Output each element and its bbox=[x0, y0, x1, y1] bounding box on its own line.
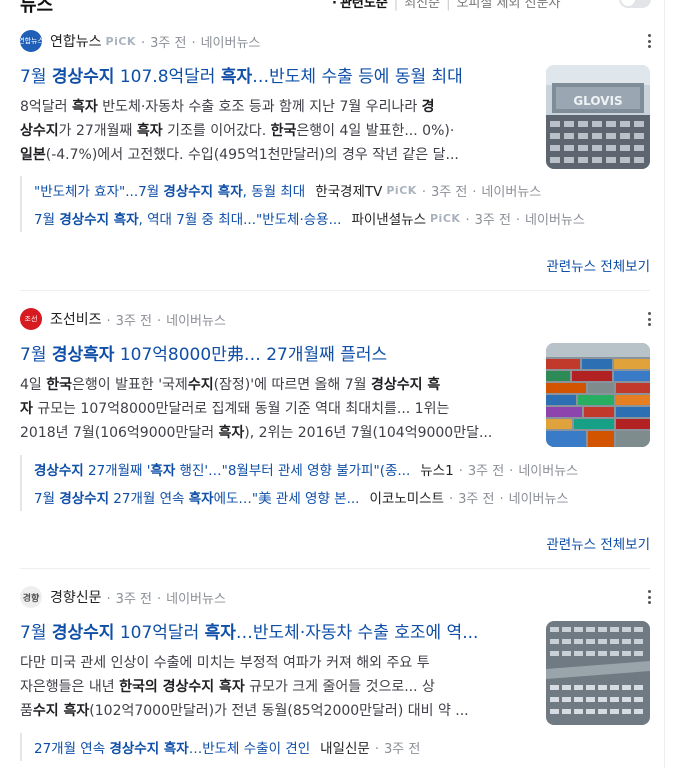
article-description[interactable]: 8억달러 흑자 반도체·자동차 수출 호조 등과 함께 지난 7월 우리나라 경… bbox=[20, 95, 526, 167]
related-news-link[interactable]: 7월 경상수지 27개월 연속 흑자에도…"美 관세 영향 본... bbox=[34, 487, 359, 507]
pick-badge: PiCK bbox=[105, 34, 136, 48]
filter-toggle[interactable] bbox=[619, 0, 651, 8]
related-meta: · 3주 전 · 네이버뉴스 bbox=[421, 184, 542, 200]
article-thumbnail[interactable]: GLOVIS bbox=[546, 65, 650, 169]
press-logo[interactable]: 조선 bbox=[20, 308, 42, 330]
sort-latest[interactable]: 최신순 bbox=[404, 0, 440, 11]
related-news-list: 27개월 연속 경상수지 흑자…반도체 수출이 견인 내일신문 · 3주 전 bbox=[20, 733, 660, 761]
press-name[interactable]: 조선비즈 bbox=[50, 309, 102, 329]
related-press-name[interactable]: 한국경제TV bbox=[315, 180, 382, 200]
related-meta: · 3주 전 · 네이버뉴스 bbox=[465, 212, 585, 228]
related-news-list: "반도체가 효자"...7월 경상수지 흑자, 동월 최대 한국경제TV PiC… bbox=[20, 176, 660, 232]
related-news-link[interactable]: "반도체가 효자"...7월 경상수지 흑자, 동월 최대 bbox=[34, 180, 305, 200]
press-logo[interactable]: 경향 bbox=[20, 586, 42, 608]
more-options-icon[interactable] bbox=[644, 311, 654, 327]
article-meta: · 3주 전 · 네이버뉴스 bbox=[106, 591, 226, 607]
article-description[interactable]: 4일 한국은행이 발표한 '국제수지(잠정)'에 따르면 올해 7월 경상수지 … bbox=[20, 373, 526, 445]
press-name[interactable]: 연합뉴스 bbox=[50, 31, 102, 51]
sort-relevance[interactable]: 관련도순 bbox=[340, 0, 388, 11]
related-news-item: 경상수지 27개월째 '흑자 행진'…"8월부터 관세 영향 불가피"(종...… bbox=[34, 455, 660, 483]
related-press-name[interactable]: 뉴스1 bbox=[420, 459, 453, 479]
sort-options: · 관련도순 | 최신순 | 오피셜 제외 신문사 bbox=[332, 0, 560, 11]
related-meta: · 3주 전 · 네이버뉴스 bbox=[449, 491, 569, 507]
article-thumbnail[interactable] bbox=[546, 343, 650, 447]
article-meta: · 3주 전 · 네이버뉴스 bbox=[140, 35, 261, 51]
article-meta: · 3주 전 · 네이버뉴스 bbox=[106, 313, 226, 329]
naver-news-link[interactable]: 네이버뉴스 bbox=[166, 592, 226, 607]
related-meta: · 3주 전 · 네이버뉴스 bbox=[458, 463, 579, 479]
panel-border bbox=[664, 0, 665, 768]
divider bbox=[20, 290, 650, 291]
related-press-name[interactable]: 내일신문 bbox=[320, 737, 370, 757]
related-news-item: 7월 경상수지 흑자, 역대 7월 중 최대..."반도체·승용... 파이낸셜… bbox=[34, 204, 660, 232]
article-description[interactable]: 다만 미국 관세 인상이 수출에 미치는 부정적 여파가 커져 해외 주요 투 … bbox=[20, 651, 526, 723]
svg-text:GLOVIS: GLOVIS bbox=[573, 94, 622, 108]
toggle-knob bbox=[621, 0, 635, 6]
press-name[interactable]: 경향신문 bbox=[50, 587, 102, 607]
related-news-list: 경상수지 27개월째 '흑자 행진'…"8월부터 관세 영향 불가피"(종...… bbox=[20, 455, 660, 511]
related-news-item: 7월 경상수지 27개월 연속 흑자에도…"美 관세 영향 본... 이코노미스… bbox=[34, 483, 660, 511]
selected-dot-icon: · bbox=[332, 0, 337, 11]
article-title[interactable]: 7월 경상수지 107억달러 흑자…반도체·자동차 수출 호조에 역... bbox=[20, 621, 525, 645]
view-all-related-link[interactable]: 관련뉴스 전체보기 bbox=[500, 533, 650, 553]
related-news-item: 27개월 연속 경상수지 흑자…반도체 수출이 견인 내일신문 · 3주 전 bbox=[34, 733, 660, 761]
related-meta: · 3주 전 bbox=[374, 741, 421, 757]
related-news-link[interactable]: 7월 경상수지 흑자, 역대 7월 중 최대..."반도체·승용... bbox=[34, 208, 341, 228]
view-all-related-link[interactable]: 관련뉴스 전체보기 bbox=[500, 255, 650, 275]
more-options-icon[interactable] bbox=[644, 33, 654, 49]
pick-badge: PiCK bbox=[430, 211, 461, 225]
related-press-name[interactable]: 이코노미스트 bbox=[369, 487, 444, 507]
press-row: 조선 조선비즈 · 3주 전 · 네이버뉴스 bbox=[20, 308, 226, 330]
more-options-icon[interactable] bbox=[644, 589, 654, 605]
related-news-link[interactable]: 경상수지 27개월째 '흑자 행진'…"8월부터 관세 영향 불가피"(종... bbox=[34, 459, 410, 479]
press-row: 경향 경향신문 · 3주 전 · 네이버뉴스 bbox=[20, 586, 226, 608]
article-thumbnail[interactable] bbox=[546, 621, 650, 725]
press-row: 연합뉴스 연합뉴스 PiCK · 3주 전 · 네이버뉴스 bbox=[20, 30, 261, 52]
divider bbox=[20, 568, 650, 569]
pick-badge: PiCK bbox=[386, 183, 417, 197]
section-header: 뉴스 · 관련도순 | 최신순 | 오피셜 제외 신문사 bbox=[0, 0, 674, 14]
naver-news-link[interactable]: 네이버뉴스 bbox=[166, 314, 226, 329]
article-title[interactable]: 7월 경상수지 107.8억달러 흑자…반도체 수출 등에 동월 최대 bbox=[20, 65, 525, 89]
related-press-name[interactable]: 파이낸셜뉴스 bbox=[351, 208, 426, 228]
filter-label: 오피셜 제외 신문사 bbox=[456, 0, 561, 11]
press-logo[interactable]: 연합뉴스 bbox=[20, 30, 42, 52]
related-news-link[interactable]: 27개월 연속 경상수지 흑자…반도체 수출이 견인 bbox=[34, 737, 310, 757]
section-title: 뉴스 bbox=[20, 0, 54, 14]
naver-news-link[interactable]: 네이버뉴스 bbox=[201, 36, 261, 51]
article-title[interactable]: 7월 경상흑자 107억8000만弗… 27개월째 플러스 bbox=[20, 343, 525, 367]
related-news-item: "반도체가 효자"...7월 경상수지 흑자, 동월 최대 한국경제TV PiC… bbox=[34, 176, 660, 204]
